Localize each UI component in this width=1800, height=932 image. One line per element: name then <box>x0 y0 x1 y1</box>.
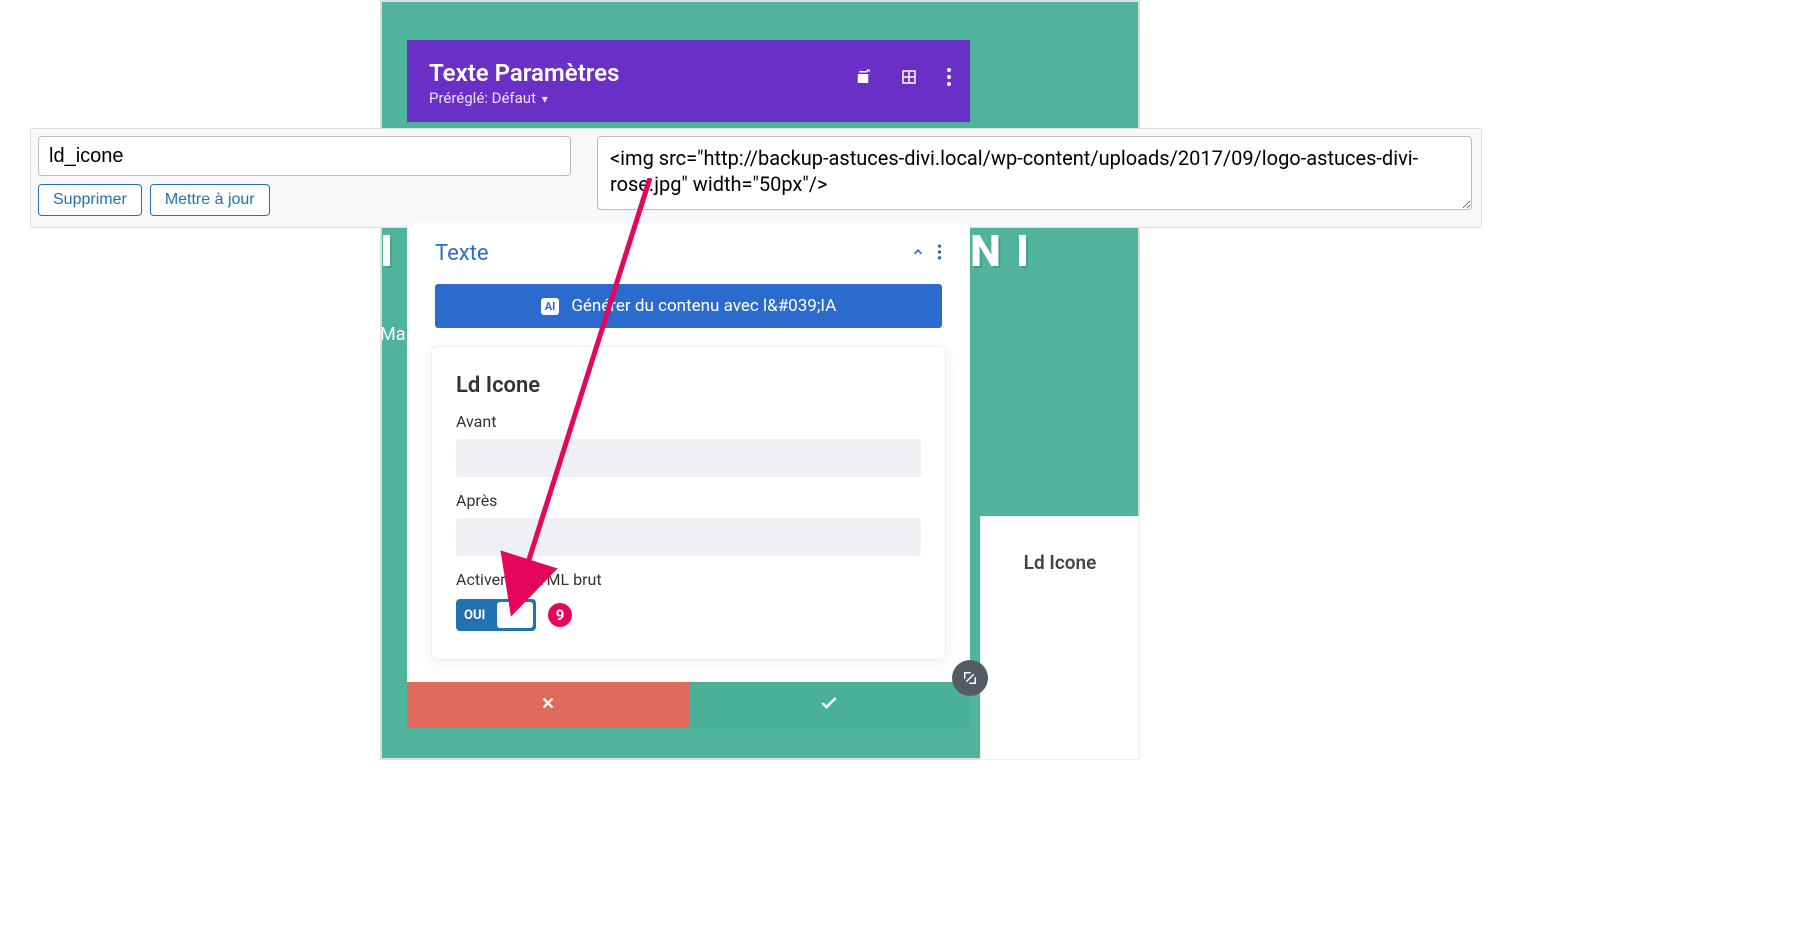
before-input[interactable] <box>456 439 921 477</box>
cancel-button[interactable] <box>407 682 689 728</box>
after-input[interactable] <box>456 518 921 556</box>
collapse-icon[interactable] <box>911 244 925 263</box>
more-menu-icon[interactable] <box>946 68 952 90</box>
dynamic-content-card: Ld Icone Avant Après Activer le HTML bru… <box>431 346 946 660</box>
module-settings-panel: Texte AI Générer du contenu avec l&#039;… <box>407 223 970 728</box>
preset-selector[interactable]: Préréglé: Défaut ▾ <box>429 89 948 107</box>
raw-html-toggle[interactable]: OUI <box>456 599 536 631</box>
annotation-step-badge: 9 <box>548 603 572 627</box>
hero-text-right: N I <box>970 228 1031 274</box>
toggle-on-label: OUI <box>464 608 485 623</box>
chevron-down-icon: ▾ <box>542 92 548 106</box>
after-label: Après <box>456 491 921 510</box>
resize-handle[interactable] <box>952 660 988 696</box>
custom-field-name-wrap: Supprimer Mettre à jour <box>38 136 571 216</box>
custom-field-value-input[interactable]: <img src="http://backup-astuces-divi.loc… <box>597 136 1472 210</box>
custom-field-name-input[interactable] <box>38 136 571 176</box>
custom-field-button-row: Supprimer Mettre à jour <box>38 184 571 216</box>
dynamic-field-title: Ld Icone <box>456 373 921 398</box>
check-icon <box>819 693 839 717</box>
preset-label: Préréglé: Défaut <box>429 89 536 107</box>
update-button[interactable]: Mettre à jour <box>150 184 270 216</box>
responsive-icon[interactable] <box>854 68 872 90</box>
section-more-icon[interactable] <box>937 244 942 264</box>
side-preview-label: Ld Icone <box>981 551 1139 574</box>
help-panel-icon[interactable] <box>900 68 918 90</box>
ai-badge-icon: AI <box>541 298 560 315</box>
toggle-knob <box>497 602 533 628</box>
generate-ai-button[interactable]: AI Générer du contenu avec l&#039;IA <box>435 284 942 328</box>
module-settings-header: Texte Paramètres Préréglé: Défaut ▾ <box>407 40 970 122</box>
side-preview-card: Ld Icone <box>980 516 1140 760</box>
raw-html-label: Activer le HTML brut <box>456 570 921 589</box>
settings-footer <box>407 682 970 728</box>
section-title[interactable]: Texte <box>435 241 489 266</box>
before-label: Avant <box>456 412 921 431</box>
raw-html-toggle-row: OUI 9 <box>456 599 921 631</box>
delete-button[interactable]: Supprimer <box>38 184 142 216</box>
header-actions <box>854 68 952 90</box>
generate-ai-label: Générer du contenu avec l&#039;IA <box>571 296 836 316</box>
hero-subtext: Ma <box>380 324 406 345</box>
close-icon <box>539 694 557 716</box>
confirm-button[interactable] <box>689 682 971 728</box>
